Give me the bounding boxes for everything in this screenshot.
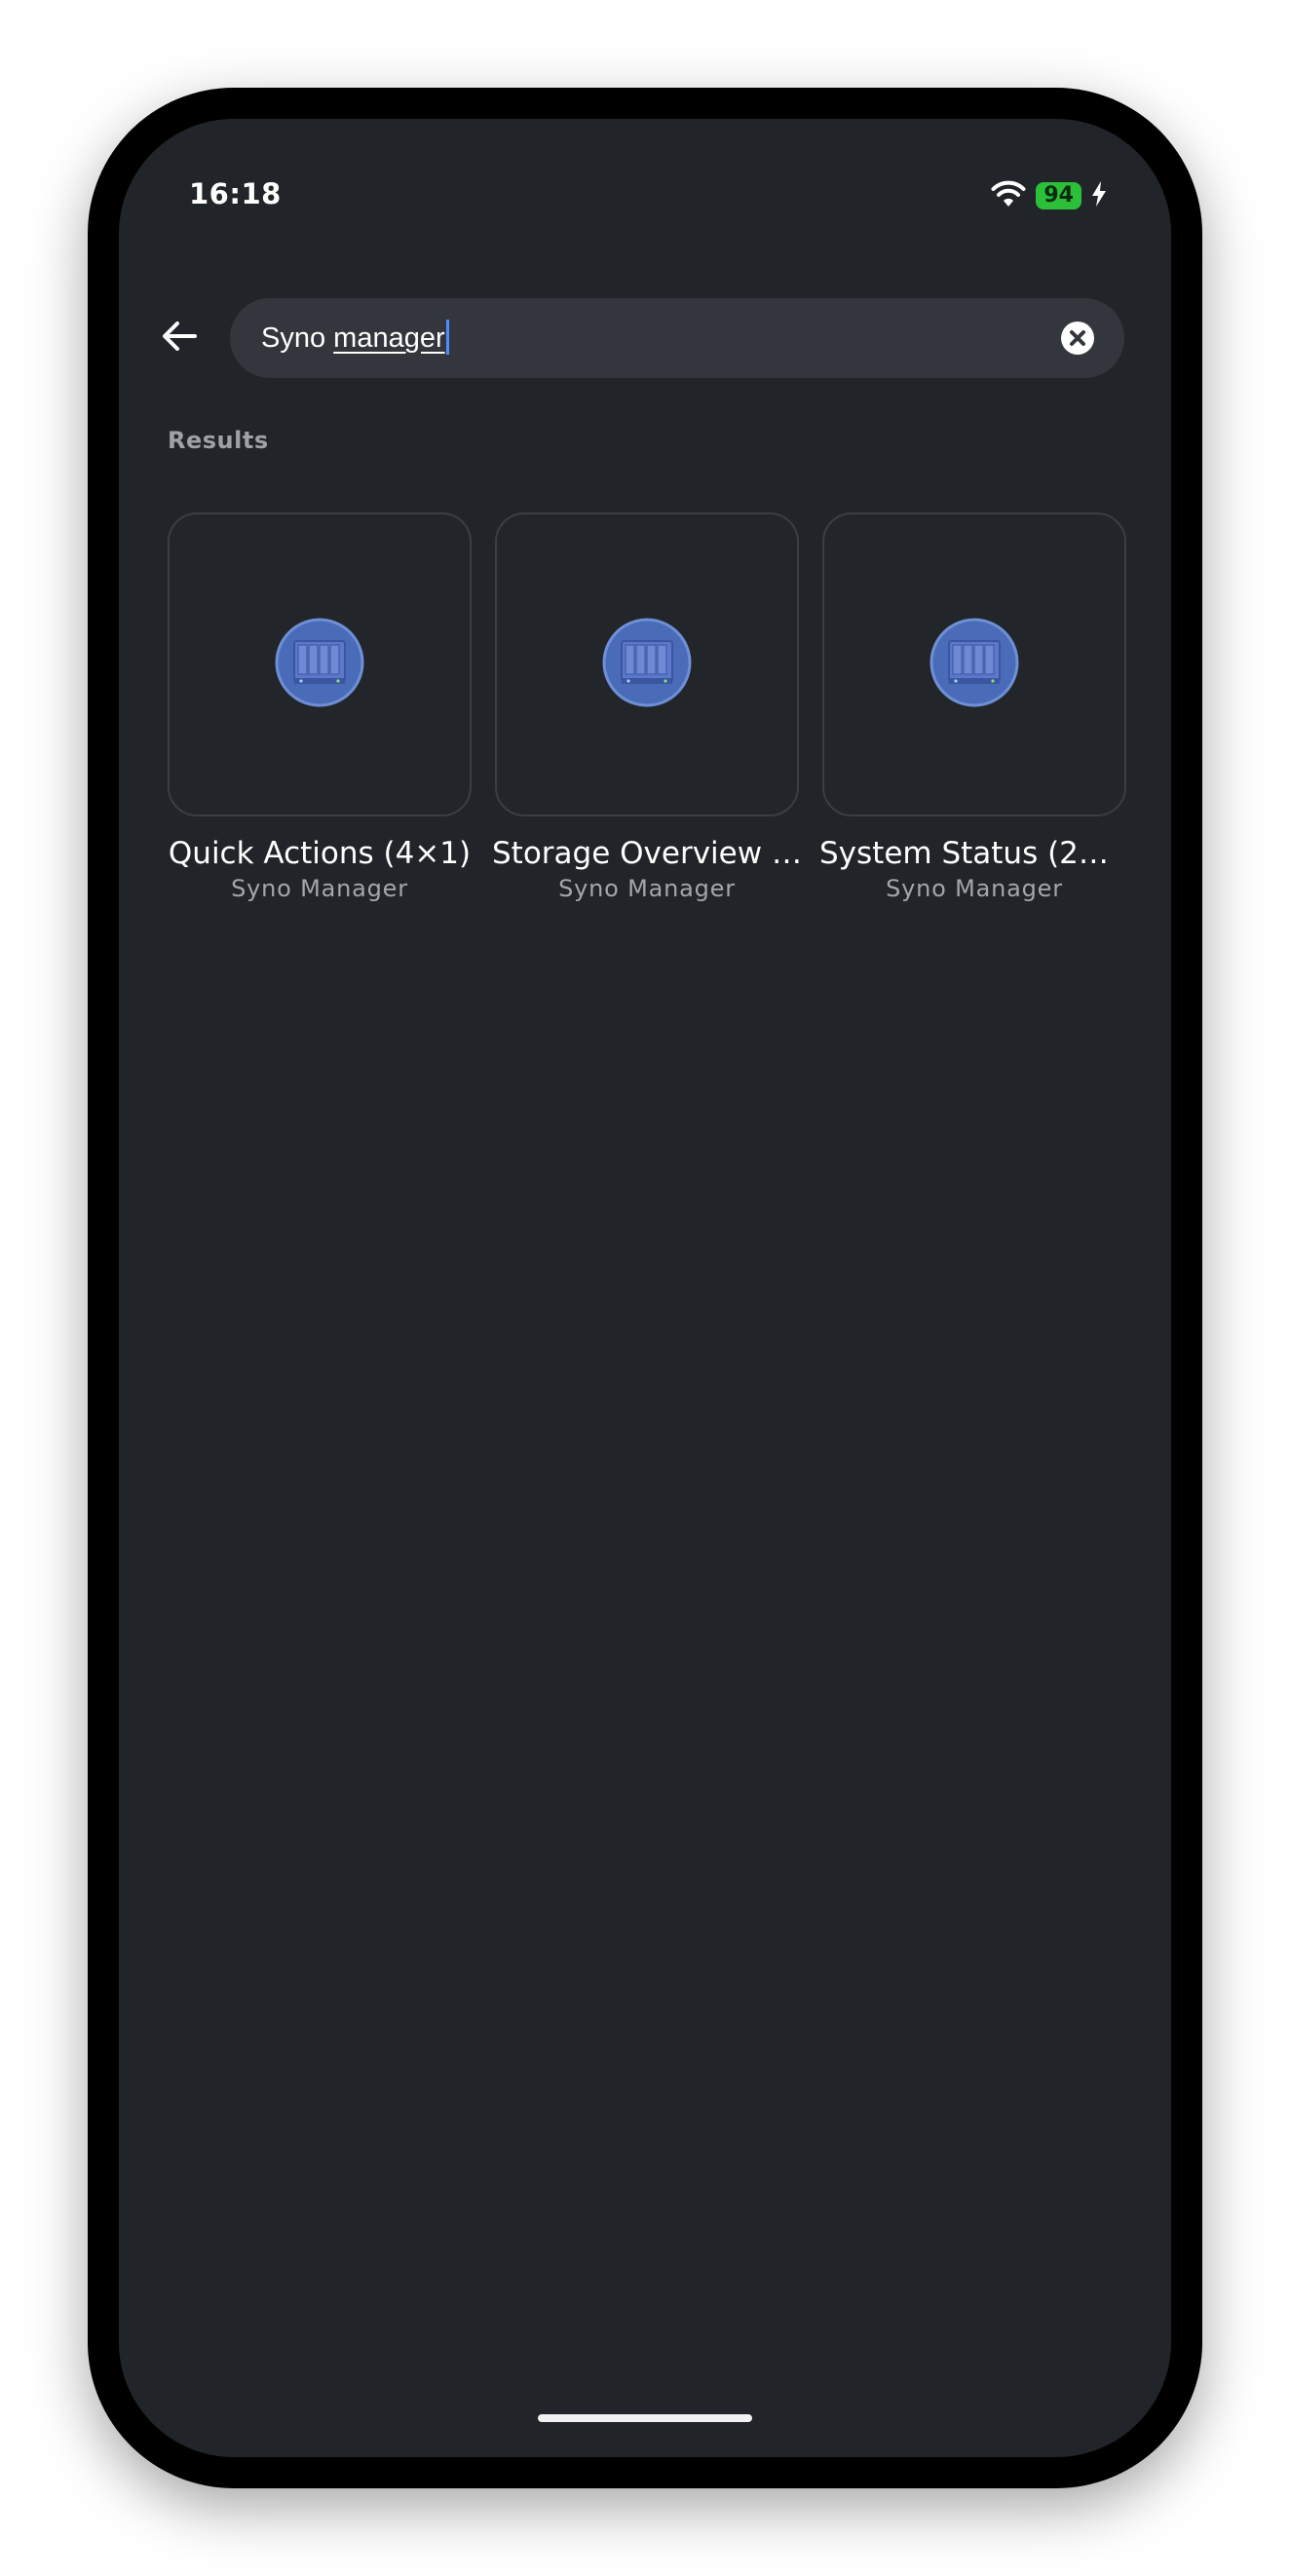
widget-preview[interactable] xyxy=(168,512,472,816)
search-row: Syno manager xyxy=(119,298,1171,378)
widget-card-storage-overview[interactable]: Storage Overview (4×2) Syno Manager xyxy=(492,512,802,902)
clear-search-button[interactable] xyxy=(1060,321,1095,356)
status-bar: 16:18 94 xyxy=(119,119,1171,275)
search-query-composing: manager xyxy=(333,322,445,354)
widget-card-system-status[interactable]: System Status (2×2) Syno Manager xyxy=(819,512,1129,902)
status-time: 16:18 xyxy=(189,177,282,210)
widget-preview[interactable] xyxy=(495,512,799,816)
status-icons: 94 xyxy=(991,179,1107,212)
nas-icon xyxy=(930,618,1019,711)
widget-app-name: Syno Manager xyxy=(558,875,736,902)
text-caret xyxy=(445,320,449,356)
back-arrow-icon xyxy=(162,321,197,356)
battery-icon: 94 xyxy=(1036,182,1081,209)
screen: 16:18 94 Syno manager Results Quick Acti… xyxy=(119,119,1171,2457)
widget-title: Storage Overview (4×2) xyxy=(492,836,802,871)
search-query[interactable]: Syno manager xyxy=(261,298,449,378)
widget-title: System Status (2×2) xyxy=(819,836,1129,871)
search-query-plain: Syno xyxy=(261,322,334,354)
widget-app-name: Syno Manager xyxy=(886,875,1063,902)
widget-title: Quick Actions (4×1) xyxy=(168,836,472,871)
wifi-icon xyxy=(991,179,1026,212)
widget-card-quick-actions[interactable]: Quick Actions (4×1) Syno Manager xyxy=(168,512,472,902)
search-input[interactable]: Syno manager xyxy=(230,298,1124,378)
home-indicator[interactable] xyxy=(538,2414,752,2422)
charging-bolt-icon xyxy=(1091,181,1107,210)
back-button[interactable] xyxy=(148,307,210,369)
nas-icon xyxy=(602,618,692,711)
widget-preview[interactable] xyxy=(822,512,1126,816)
results-heading: Results xyxy=(168,427,269,454)
nas-icon xyxy=(275,618,364,711)
results-grid: Quick Actions (4×1) Syno Manager Storage… xyxy=(168,512,1129,902)
clear-icon xyxy=(1060,322,1095,360)
widget-app-name: Syno Manager xyxy=(231,875,408,902)
